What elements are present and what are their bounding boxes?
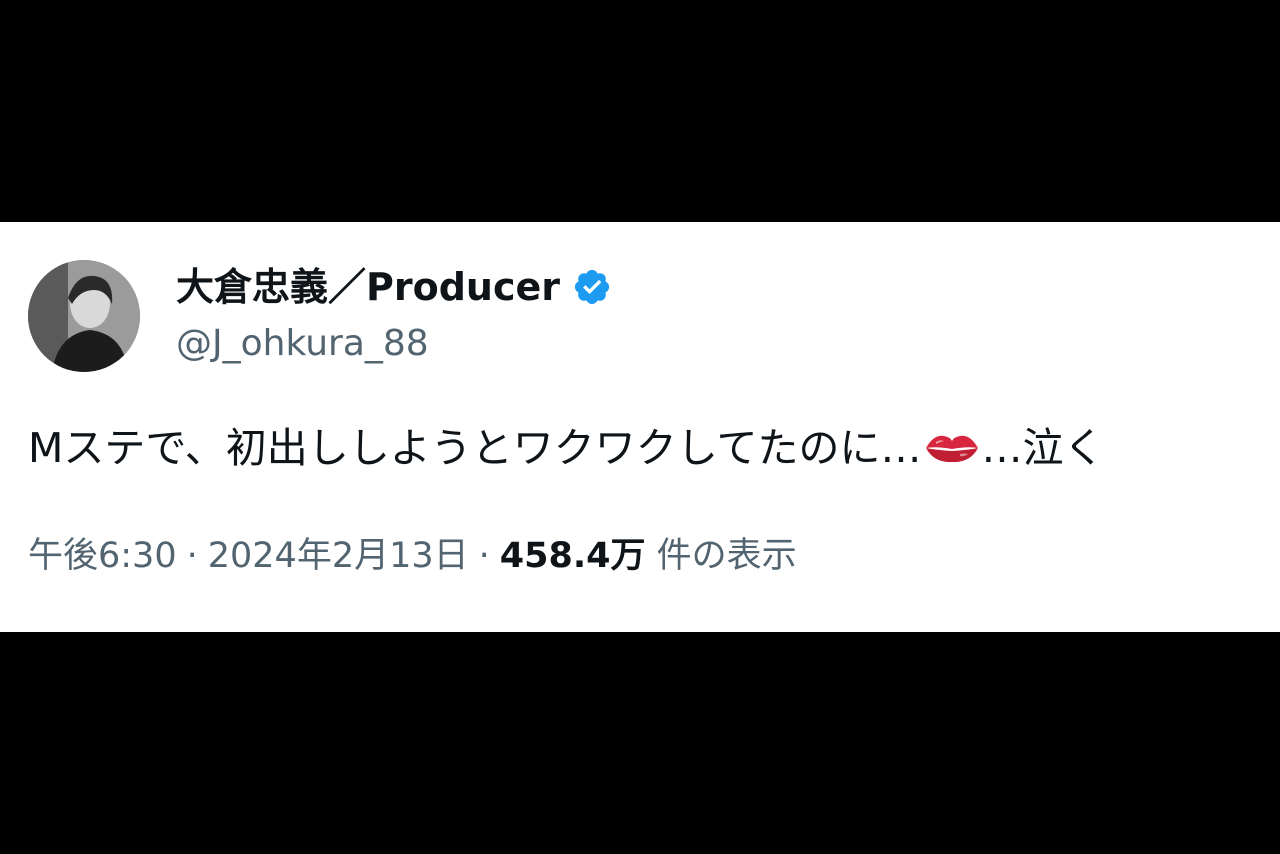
screenshot-frame: 大倉忠義／Producer @J_ohkura_88 Mステで、初出ししようとワ…: [0, 0, 1280, 854]
tweet-time[interactable]: 午後6:30: [28, 536, 177, 576]
meta-separator: ·: [478, 536, 490, 576]
display-name[interactable]: 大倉忠義／Producer: [176, 264, 612, 310]
tweet-text-part-2: …泣く: [981, 424, 1105, 472]
tweet-meta: 午後6:30 · 2024年2月13日 · 458.4万 件の表示: [28, 534, 797, 578]
avatar[interactable]: [28, 260, 140, 372]
tweet-date[interactable]: 2024年2月13日: [208, 536, 469, 576]
verified-badge-icon: [574, 269, 610, 305]
avatar-photo: [28, 260, 140, 372]
user-handle[interactable]: @J_ohkura_88: [176, 322, 429, 366]
kiss-mark-icon: [925, 435, 978, 463]
meta-separator: ·: [186, 536, 198, 576]
views-count[interactable]: 458.4万: [500, 536, 646, 576]
tweet-text-part-1: Mステで、初出ししようとワクワクしてたのに…: [28, 424, 922, 472]
display-name-text: 大倉忠義／Producer: [176, 265, 560, 309]
tweet-card[interactable]: 大倉忠義／Producer @J_ohkura_88 Mステで、初出ししようとワ…: [0, 222, 1280, 632]
views-label: 件の表示: [656, 536, 797, 576]
tweet-text: Mステで、初出ししようとワクワクしてたのに… …泣く: [28, 422, 1105, 474]
